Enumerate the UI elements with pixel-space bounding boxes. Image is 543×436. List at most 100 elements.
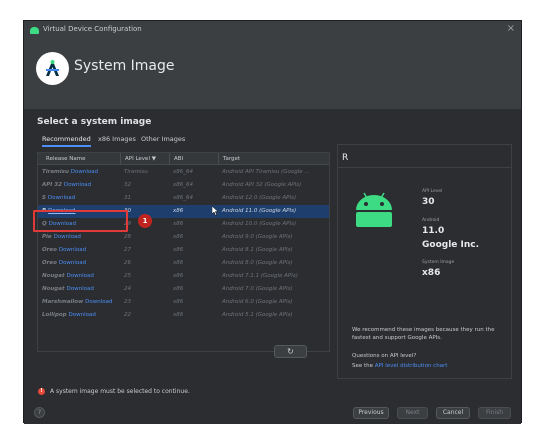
download-link[interactable]: Download [71, 169, 98, 175]
table-header: Release Name API Level ▼ ABI Target [38, 153, 329, 165]
release-name: Nougat Download [42, 273, 94, 279]
details-title: R [342, 153, 349, 163]
image-details-panel: R API Level 30 Android 11.0 Google Inc. … [337, 144, 512, 379]
download-link[interactable]: Download [85, 299, 112, 305]
api-level: Tiramisu [124, 169, 148, 175]
vendor-value: Google Inc. [422, 240, 480, 250]
table-row[interactable]: Nougat Download 25 x86 Android 7.1.1 (Go… [38, 270, 329, 283]
abi: x86_64 [173, 195, 194, 201]
column-api-level[interactable]: API Level ▼ [120, 153, 156, 165]
tab-recommended[interactable]: Recommended [42, 135, 91, 147]
close-icon[interactable]: × [507, 23, 515, 34]
target: Android 11.0 (Google APIs) [222, 208, 297, 214]
target: Android 8.0 (Google APIs) [222, 260, 293, 266]
section-title: Select a system image [37, 117, 152, 127]
download-link[interactable]: Download [69, 312, 96, 318]
android-robot-icon [356, 192, 392, 227]
api-level: 22 [124, 312, 131, 318]
column-target[interactable]: Target [218, 153, 240, 165]
column-abi[interactable]: ABI [169, 153, 183, 165]
target: Android 8.1 (Google APIs) [222, 247, 293, 253]
target: Android 5.1 (Google APIs) [222, 312, 293, 318]
table-row[interactable]: S Download 31 x86_64 Android 12.0 (Googl… [38, 192, 329, 205]
previous-button[interactable]: Previous [353, 407, 389, 419]
table-row[interactable]: API 32 Download 32 x86_64 Android API 32… [38, 179, 329, 192]
table-row[interactable]: Marshmallow Download 23 x86 Android 6.0 … [38, 296, 329, 309]
api-level: 24 [124, 286, 131, 292]
target: Android 10.0 (Google APIs) [222, 221, 297, 227]
release-name: Oreo Download [42, 260, 87, 266]
tab-other-images[interactable]: Other Images [141, 135, 185, 143]
title-bar: Virtual Device Configuration × [24, 21, 521, 41]
questions-text: Questions on API level? [352, 353, 417, 359]
api-level-label: API Level [422, 189, 443, 194]
help-button[interactable]: ? [34, 407, 45, 418]
finish-button[interactable]: Finish [478, 407, 511, 419]
system-image-table: Release Name API Level ▼ ABI Target Tira… [37, 152, 330, 352]
refresh-button[interactable]: ↻ [274, 345, 307, 358]
api-level: 28 [124, 234, 131, 240]
release-name: S Download [42, 195, 76, 201]
target: Android 6.0 (Google APIs) [222, 299, 293, 305]
android-label: Android [422, 218, 440, 223]
table-row[interactable]: Tiramisu Download Tiramisu x86_64 Androi… [38, 166, 329, 179]
target: Android 12.0 (Google APIs) [222, 195, 297, 201]
abi: x86 [173, 208, 184, 214]
tab-x86-images[interactable]: x86 Images [98, 135, 136, 143]
release-name: Oreo Download [42, 247, 87, 253]
android-studio-logo-icon [36, 52, 69, 85]
column-release-name[interactable]: Release Name [46, 156, 85, 162]
download-link[interactable]: Download [67, 273, 94, 279]
android-version-value: 11.0 [422, 226, 445, 236]
table-row[interactable]: Oreo Download 26 x86 Android 8.0 (Google… [38, 257, 329, 270]
download-link[interactable]: Download [54, 234, 81, 240]
target: Android 7.1.1 (Google APIs) [222, 273, 298, 279]
table-row[interactable]: Pie Download 28 x86 Android 9.0 (Google … [38, 231, 329, 244]
error-icon: ! [38, 388, 45, 395]
mouse-cursor-icon [212, 206, 219, 216]
release-name: Pie Download [42, 234, 81, 240]
api-level: 27 [124, 247, 131, 253]
error-text: A system image must be selected to conti… [50, 388, 190, 395]
system-image-value: x86 [422, 268, 441, 278]
target: Android API 32 (Google APIs) [222, 182, 302, 188]
divider [338, 167, 511, 168]
api-level-value: 30 [422, 197, 435, 207]
table-row[interactable]: Nougat Download 24 x86 Android 7.0 (Goog… [38, 283, 329, 296]
abi: x86_64 [173, 169, 194, 175]
release-name: Nougat Download [42, 286, 94, 292]
download-link[interactable]: Download [67, 286, 94, 292]
window-title: Virtual Device Configuration [43, 25, 142, 33]
abi: x86 [173, 312, 184, 318]
download-link[interactable]: Download [59, 260, 86, 266]
release-name: API 32 Download [42, 182, 92, 188]
annotation-highlight-box [33, 210, 128, 232]
recommendation-text: We recommend these images because they r… [352, 327, 495, 341]
next-button[interactable]: Next [397, 407, 428, 419]
api-level: 26 [124, 260, 131, 266]
cancel-button[interactable]: Cancel [436, 407, 470, 419]
release-name: Lollipop Download [42, 312, 96, 318]
annotation-step-badge: 1 [138, 214, 152, 228]
api-level: 32 [124, 182, 131, 188]
abi: x86_64 [173, 182, 194, 188]
system-image-label: System Image [422, 260, 455, 265]
table-row[interactable]: Lollipop Download 22 x86 Android 5.1 (Go… [38, 309, 329, 322]
abi: x86 [173, 247, 184, 253]
target: Android API Tiramisu (Google ... [222, 169, 310, 175]
release-name: Tiramisu Download [42, 169, 99, 175]
download-link[interactable]: Download [59, 247, 86, 253]
abi: x86 [173, 286, 184, 292]
api-level: 31 [124, 195, 131, 201]
download-link[interactable]: Download [48, 195, 75, 201]
error-message: ! A system image must be selected to cont… [38, 388, 190, 395]
wizard-header: System Image [24, 41, 521, 109]
table-row[interactable]: Oreo Download 27 x86 Android 8.1 (Google… [38, 244, 329, 257]
abi: x86 [173, 221, 184, 227]
target: Android 9.0 (Google APIs) [222, 234, 293, 240]
download-link[interactable]: Download [64, 182, 91, 188]
abi: x86 [173, 299, 184, 305]
api-level-distribution-link[interactable]: API level distribution chart [375, 363, 448, 369]
api-level: 23 [124, 299, 131, 305]
abi: x86 [173, 273, 184, 279]
